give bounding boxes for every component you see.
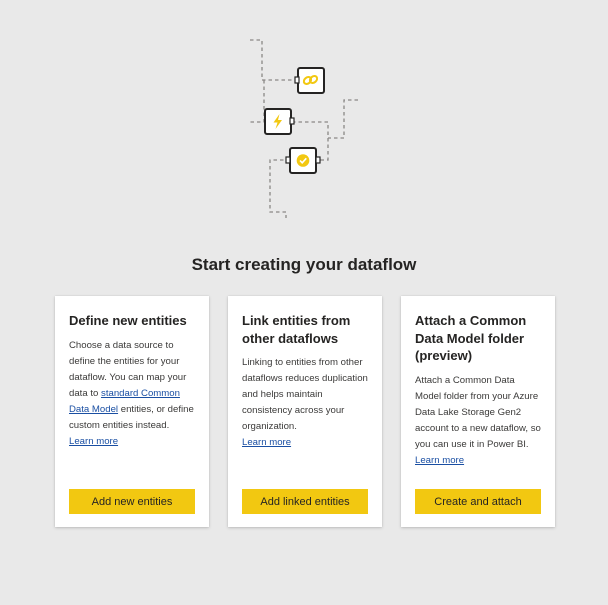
check-badge-icon bbox=[296, 154, 310, 167]
add-new-entities-button[interactable]: Add new entities bbox=[69, 489, 195, 514]
link-node bbox=[294, 67, 325, 94]
learn-more-link[interactable]: Learn more bbox=[69, 434, 196, 450]
card-title: Link entities from other dataflows bbox=[242, 313, 351, 346]
learn-more-link[interactable]: Learn more bbox=[242, 435, 369, 451]
define-entities-card: Define new entities Choose a data source… bbox=[55, 296, 209, 527]
dataflow-illustration bbox=[250, 39, 358, 218]
add-linked-entities-button[interactable]: Add linked entities bbox=[242, 489, 368, 514]
lightning-node bbox=[264, 108, 295, 135]
card-description: Linking to entities from other dataflows… bbox=[242, 357, 368, 432]
learn-more-link[interactable]: Learn more bbox=[415, 453, 542, 469]
check-badge-node bbox=[285, 147, 321, 174]
page-title: Start creating your dataflow bbox=[191, 255, 417, 274]
card-title: Attach a Common Data Model folder (previ… bbox=[415, 313, 527, 363]
card-description: Attach a Common Data Model folder from y… bbox=[415, 374, 541, 450]
card-title: Define new entities bbox=[69, 313, 187, 328]
attach-cdm-folder-card: Attach a Common Data Model folder (previ… bbox=[401, 296, 555, 527]
card-description: Choose a data source to define the entit… bbox=[69, 338, 196, 434]
create-and-attach-button[interactable]: Create and attach bbox=[415, 489, 541, 514]
link-entities-card: Link entities from other dataflows Linki… bbox=[228, 296, 382, 527]
